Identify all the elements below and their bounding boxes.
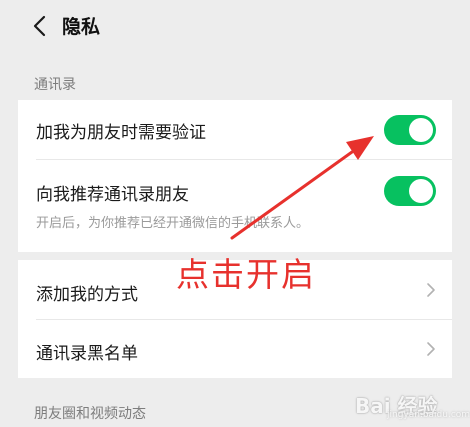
contacts-card: 加我为朋友时需要验证 向我推荐通讯录朋友 开启后，为你推荐已经开通微信的手机联系… (18, 100, 452, 252)
verify-row[interactable]: 加我为朋友时需要验证 (18, 100, 452, 160)
watermark-sub: jingyan.baidu.com (387, 410, 470, 420)
section-label-contacts: 通讯录 (34, 77, 76, 93)
verify-label: 加我为朋友时需要验证 (36, 123, 206, 143)
recommend-row[interactable]: 向我推荐通讯录朋友 开启后，为你推荐已经开通微信的手机联系人。 (18, 160, 452, 252)
blacklist-row[interactable]: 通讯录黑名单 (18, 320, 452, 378)
chevron-right-icon (427, 283, 435, 297)
section-label-moments: 朋友圈和视频动态 (34, 406, 146, 422)
back-icon[interactable] (30, 14, 50, 38)
toggle-knob (409, 179, 433, 203)
add-me-ways-label: 添加我的方式 (36, 285, 138, 305)
page-title: 隐私 (62, 16, 101, 38)
verify-toggle[interactable] (384, 115, 436, 145)
recommend-description: 开启后，为你推荐已经开通微信的手机联系人。 (36, 216, 310, 231)
annotation-text: 点击开启 (176, 255, 316, 294)
recommend-toggle[interactable] (384, 176, 436, 206)
recommend-label: 向我推荐通讯录朋友 (36, 185, 189, 205)
watermark-logo: Bai 经验 jingyan.baidu.com (355, 382, 470, 422)
blacklist-label: 通讯录黑名单 (36, 344, 138, 364)
header-bar: 隐私 (0, 0, 470, 52)
chevron-right-icon (427, 342, 435, 356)
toggle-knob (409, 118, 433, 142)
